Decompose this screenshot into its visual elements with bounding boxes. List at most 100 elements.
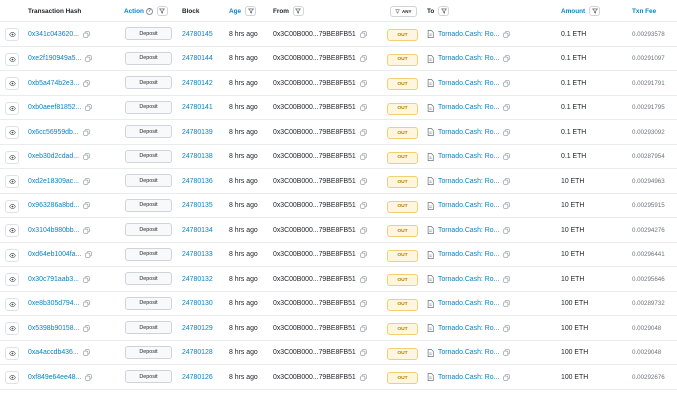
block-link[interactable]: 24780145 [182,31,213,38]
copy-icon[interactable] [503,202,510,209]
to-filter-button[interactable] [438,6,450,16]
block-link[interactable]: 24780142 [182,80,213,87]
from-address[interactable]: 0x3C00B000...79BE8FB51 [273,153,356,160]
txn-hash-link[interactable]: 0xd2e18309ac... [28,178,79,185]
copy-icon[interactable] [360,202,367,209]
copy-icon[interactable] [82,128,90,136]
action-filter-button[interactable] [156,6,168,16]
from-address[interactable]: 0x3C00B000...79BE8FB51 [273,374,356,381]
copy-icon[interactable] [83,202,90,209]
block-link[interactable]: 24780126 [182,374,213,381]
from-address[interactable]: 0x3C00B000...79BE8FB51 [273,55,356,62]
copy-icon[interactable] [360,300,367,307]
view-details-button[interactable] [5,248,19,262]
copy-icon[interactable] [360,79,367,87]
age-filter-button[interactable] [245,6,257,16]
to-address-link[interactable]: Tornado.Cash: Ro... [438,251,499,258]
from-address[interactable]: 0x3C00B000...79BE8FB51 [273,80,356,87]
from-address[interactable]: 0x3C00B000...79BE8FB51 [273,276,356,283]
copy-icon[interactable] [360,275,367,283]
from-address[interactable]: 0x3C00B000...79BE8FB51 [273,202,356,209]
copy-icon[interactable] [360,251,367,258]
from-address[interactable]: 0x3C00B000...79BE8FB51 [273,325,356,332]
copy-icon[interactable] [82,349,90,356]
copy-icon[interactable] [503,275,510,283]
header-txn-fee[interactable]: Txn Fee [632,0,656,22]
from-address[interactable]: 0x3C00B000...79BE8FB51 [273,300,356,307]
copy-icon[interactable] [503,30,510,38]
copy-icon[interactable] [83,226,90,234]
txn-hash-link[interactable]: 0x341c043620... [28,31,79,38]
copy-icon[interactable] [503,153,510,160]
copy-icon[interactable] [360,30,367,38]
txn-hash-link[interactable]: 0xb0aeef81852... [28,104,81,111]
direction-filter-button[interactable]: ANY [390,5,417,17]
from-filter-button[interactable] [292,6,304,16]
copy-icon[interactable] [360,324,367,332]
to-address-link[interactable]: Tornado.Cash: Ro... [438,374,499,381]
block-link[interactable]: 24780129 [182,325,213,332]
from-address[interactable]: 0x3C00B000...79BE8FB51 [273,31,356,38]
copy-icon[interactable] [360,177,367,185]
to-address-link[interactable]: Tornado.Cash: Ro... [438,129,499,136]
txn-hash-link[interactable]: 0x5398b90158... [28,325,79,332]
copy-icon[interactable] [503,177,510,185]
copy-icon[interactable] [83,300,90,307]
to-address-link[interactable]: Tornado.Cash: Ro... [438,202,499,209]
copy-icon[interactable] [83,153,90,160]
copy-icon[interactable] [360,153,367,160]
block-link[interactable]: 24780136 [182,178,213,185]
view-details-button[interactable] [5,175,19,188]
from-address[interactable]: 0x3C00B000...79BE8FB51 [273,104,356,111]
txn-hash-link[interactable]: 0xa4accdb436... [28,349,79,356]
view-details-button[interactable] [5,199,19,213]
block-link[interactable]: 24780139 [182,129,213,136]
view-details-button[interactable] [5,77,19,90]
copy-icon[interactable] [85,55,92,62]
block-link[interactable]: 24780128 [182,349,213,356]
txn-hash-link[interactable]: 0x6cc56959db... [28,129,79,136]
copy-icon[interactable] [83,79,90,87]
copy-icon[interactable] [503,128,510,136]
to-address-link[interactable]: Tornado.Cash: Ro... [438,153,499,160]
copy-icon[interactable] [85,373,92,381]
copy-icon[interactable] [360,226,367,234]
from-address[interactable]: 0x3C00B000...79BE8FB51 [273,251,356,258]
copy-icon[interactable] [503,55,510,62]
copy-icon[interactable] [360,128,367,136]
block-link[interactable]: 24780132 [182,276,213,283]
to-address-link[interactable]: Tornado.Cash: Ro... [438,104,499,111]
to-address-link[interactable]: Tornado.Cash: Ro... [438,31,499,38]
block-link[interactable]: 24780141 [182,104,213,111]
copy-icon[interactable] [503,349,510,356]
header-age[interactable]: Age [229,0,257,22]
copy-icon[interactable] [83,275,90,283]
question-circle-icon[interactable]: ? [145,7,153,15]
copy-icon[interactable] [503,300,510,307]
header-amount-label[interactable]: Amount [561,8,585,15]
copy-icon[interactable] [360,373,367,381]
copy-icon[interactable] [83,30,90,38]
to-address-link[interactable]: Tornado.Cash: Ro... [438,55,499,62]
header-age-label[interactable]: Age [229,8,241,15]
txn-hash-link[interactable]: 0xe8b305d794... [28,300,79,307]
to-address-link[interactable]: Tornado.Cash: Ro... [438,178,499,185]
amount-filter-button[interactable] [589,6,601,16]
copy-icon[interactable] [83,177,90,185]
txn-hash-link[interactable]: 0x3104b980bb... [28,227,79,234]
from-address[interactable]: 0x3C00B000...79BE8FB51 [273,349,356,356]
from-address[interactable]: 0x3C00B000...79BE8FB51 [273,227,356,234]
header-txn-fee-label[interactable]: Txn Fee [632,8,656,15]
block-link[interactable]: 24780134 [182,227,213,234]
copy-icon[interactable] [85,251,92,258]
copy-icon[interactable] [503,226,510,234]
txn-hash-link[interactable]: 0x963286a8bd... [28,202,79,209]
to-address-link[interactable]: Tornado.Cash: Ro... [438,349,499,356]
from-address[interactable]: 0x3C00B000...79BE8FB51 [273,129,356,136]
to-address-link[interactable]: Tornado.Cash: Ro... [438,300,499,307]
copy-icon[interactable] [503,79,510,87]
block-link[interactable]: 24780135 [182,202,213,209]
copy-icon[interactable] [503,104,510,111]
copy-icon[interactable] [360,349,367,356]
txn-hash-link[interactable]: 0xe2f190949a5... [28,55,81,62]
